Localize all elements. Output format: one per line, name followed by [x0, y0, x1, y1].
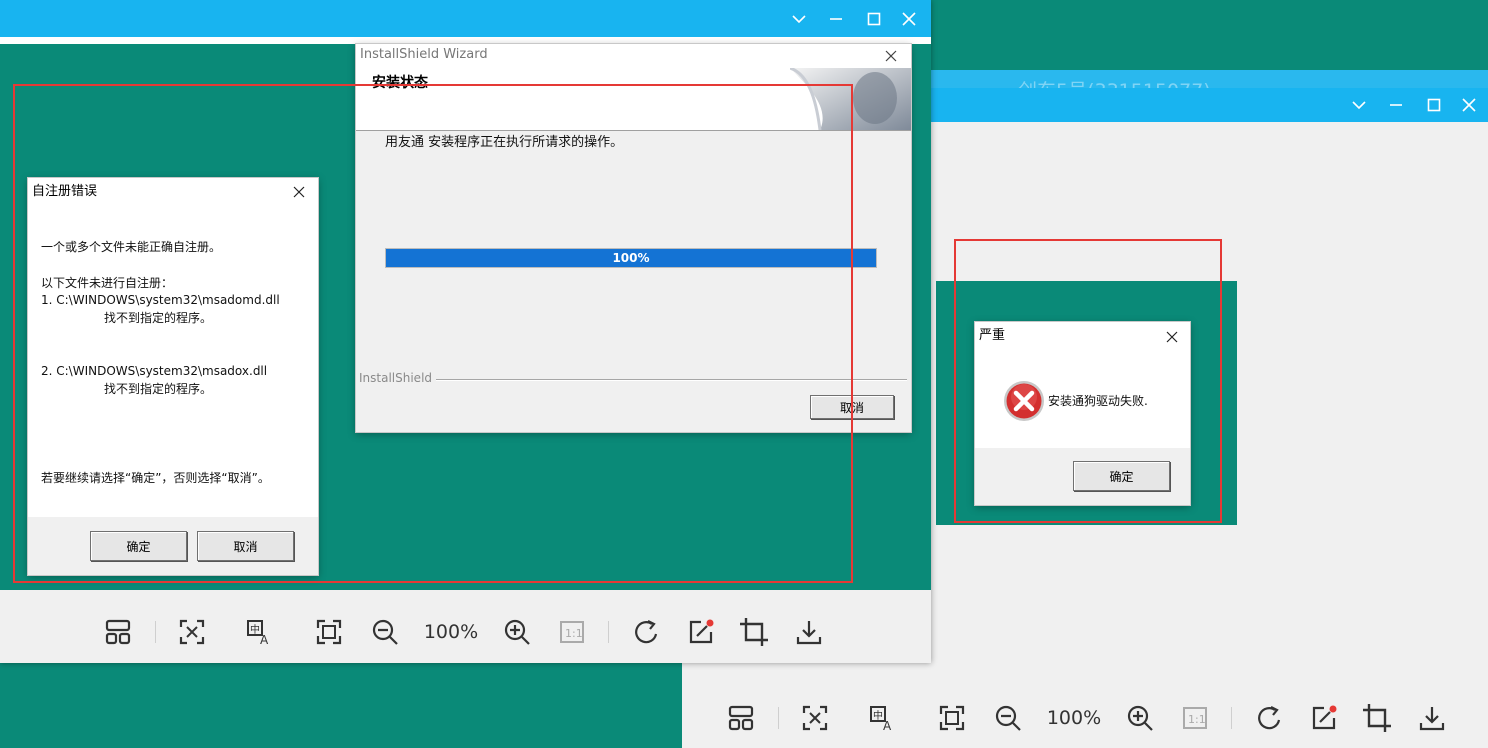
chevron-down-icon[interactable]: [1342, 88, 1376, 122]
reg-error-file2-reason: 找不到指定的程序。: [104, 382, 213, 396]
zoom-out-icon[interactable]: [368, 606, 402, 658]
minimize-icon[interactable]: [1379, 88, 1413, 122]
toolbar-separator: [778, 707, 779, 729]
viewer-top-strip: [0, 37, 931, 44]
download-icon[interactable]: [1415, 694, 1449, 742]
reg-error-cancel-button[interactable]: 取消: [197, 531, 294, 561]
severe-ok-button[interactable]: 确定: [1073, 461, 1170, 491]
installshield-header: InstallShield Wizard 安装状态: [356, 44, 911, 131]
svg-text:A: A: [260, 633, 269, 646]
severe-dialog-title: 严重: [979, 328, 1006, 343]
edit-icon[interactable]: [1307, 694, 1341, 742]
reg-error-file1-reason: 找不到指定的程序。: [104, 311, 213, 325]
viewer-toolbar-back: 中A 100% 1:1: [682, 694, 1488, 742]
reg-error-file2: 2. C:\WINDOWS\system32\msadox.dll: [41, 364, 268, 378]
reg-error-prompt: 若要继续请选择“确定”，否则选择“取消”。: [41, 471, 270, 485]
installshield-banner-graphic: [789, 66, 911, 131]
installshield-dialog: InstallShield Wizard 安装状态 用友通 安装程序正在执行所请…: [356, 44, 911, 432]
viewer-window-front: InstallShield Wizard 安装状态 用友通 安装程序正在执行所请…: [0, 0, 931, 663]
text-recognition-icon[interactable]: [798, 694, 832, 742]
installshield-progress-label: 100%: [612, 251, 650, 265]
close-icon[interactable]: [290, 183, 308, 201]
svg-text:中: 中: [873, 709, 883, 722]
crop-icon[interactable]: [1360, 694, 1394, 742]
toolbar-separator: [155, 621, 156, 643]
reg-error-line1: 一个或多个文件未能正确自注册。: [41, 240, 222, 254]
zoom-level: 100%: [1046, 707, 1102, 729]
actual-size-icon[interactable]: 1:1: [555, 606, 589, 658]
maximize-icon[interactable]: [1417, 88, 1451, 122]
layout-icon[interactable]: [101, 606, 135, 658]
reg-error-file1: 1. C:\WINDOWS\system32\msadomd.dll: [41, 293, 280, 307]
zoom-level: 100%: [423, 621, 479, 643]
minimize-icon[interactable]: [819, 0, 853, 37]
installshield-heading: 安装状态: [372, 75, 428, 91]
close-icon[interactable]: [892, 0, 926, 37]
error-icon: [1003, 380, 1045, 422]
translate-icon[interactable]: 中A: [243, 606, 277, 658]
rotate-icon[interactable]: [629, 606, 663, 658]
zoom-in-icon[interactable]: [1123, 694, 1157, 742]
severe-message: 安装通狗驱动失败.: [1048, 394, 1148, 408]
toolbar-separator: [1231, 707, 1232, 729]
viewer-titlebar-front: [0, 0, 931, 37]
svg-text:A: A: [883, 719, 892, 732]
translate-icon[interactable]: 中A: [866, 694, 900, 742]
actual-size-icon[interactable]: 1:1: [1178, 694, 1212, 742]
svg-text:1:1: 1:1: [1188, 713, 1206, 726]
close-icon[interactable]: [882, 47, 900, 65]
fit-screen-icon[interactable]: [312, 606, 346, 658]
installshield-window-title: InstallShield Wizard: [360, 47, 488, 62]
installshield-cancel-button[interactable]: 取消: [810, 395, 894, 419]
reg-error-ok-button[interactable]: 确定: [90, 531, 187, 561]
layout-icon[interactable]: [724, 694, 758, 742]
svg-text:中: 中: [250, 623, 260, 636]
zoom-out-icon[interactable]: [991, 694, 1025, 742]
reg-error-title: 自注册错误: [32, 184, 98, 199]
download-icon[interactable]: [792, 606, 826, 658]
edit-icon[interactable]: [684, 606, 718, 658]
reg-error-line2: 以下文件未进行自注册：: [41, 276, 174, 290]
rotate-icon[interactable]: [1252, 694, 1286, 742]
crop-icon[interactable]: [737, 606, 771, 658]
toolbar-separator: [608, 621, 609, 643]
reg-error-dialog: 自注册错误 一个或多个文件未能正确自注册。 以下文件未进行自注册： 1. C:\…: [28, 178, 318, 575]
zoom-in-icon[interactable]: [500, 606, 534, 658]
installshield-footer-divider: [359, 379, 907, 380]
close-icon[interactable]: [1163, 328, 1181, 346]
maximize-icon[interactable]: [857, 0, 891, 37]
severe-dialog: 严重 安装通狗驱动失败. 确定: [975, 322, 1190, 505]
chevron-down-icon[interactable]: [782, 0, 816, 37]
viewer-toolbar-front: 中A 100% 1:1: [0, 606, 931, 658]
installshield-message: 用友通 安装程序正在执行所请求的操作。: [385, 135, 624, 150]
text-recognition-icon[interactable]: [175, 606, 209, 658]
installshield-footer-brand: InstallShield: [359, 371, 437, 385]
close-icon[interactable]: [1452, 88, 1486, 122]
installshield-progress-bar: 100%: [385, 248, 877, 268]
svg-text:1:1: 1:1: [565, 627, 583, 640]
fit-screen-icon[interactable]: [935, 694, 969, 742]
